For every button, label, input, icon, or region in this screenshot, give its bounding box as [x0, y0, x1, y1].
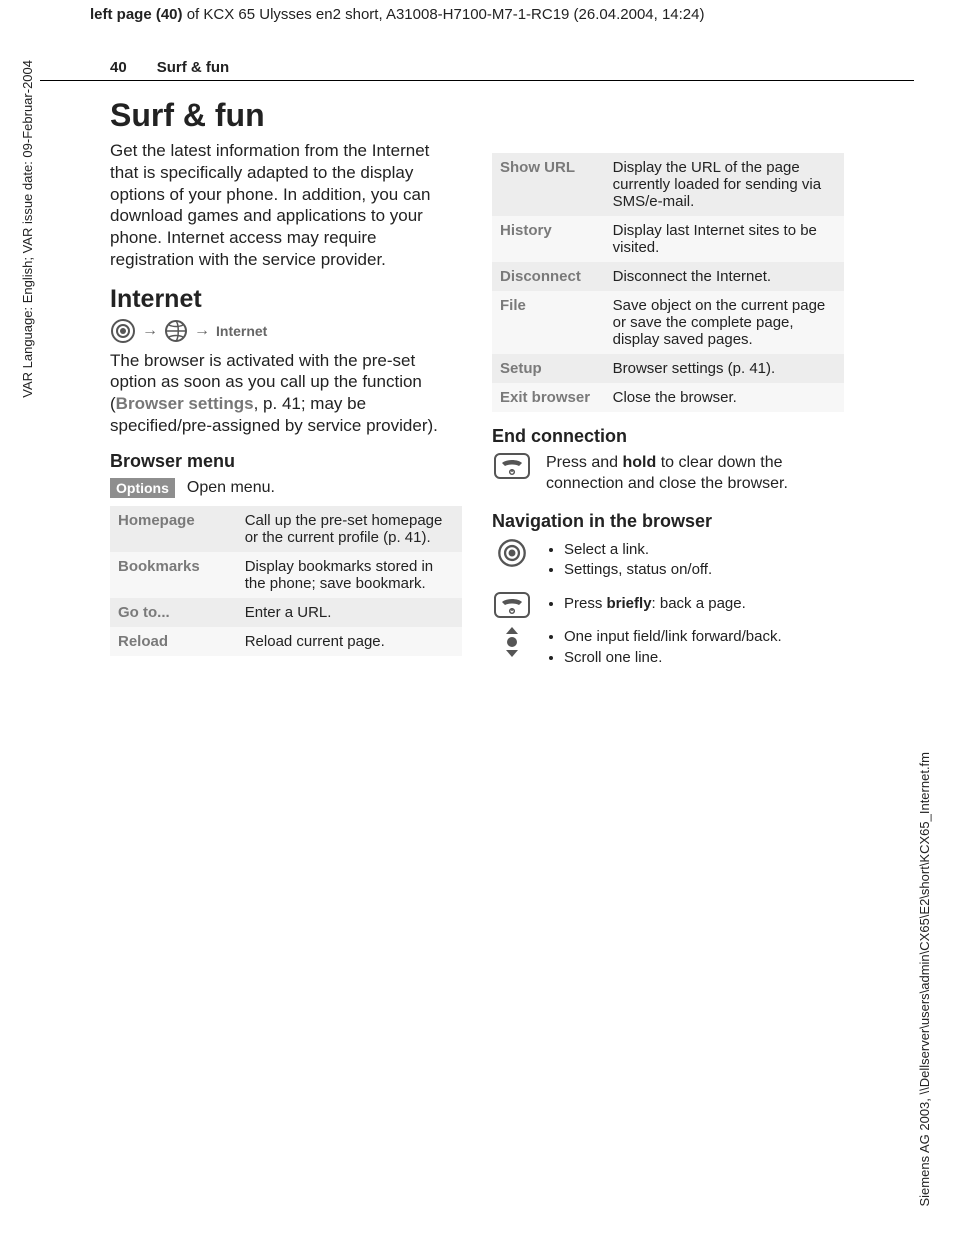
page-title: Surf & fun [110, 97, 462, 134]
up-down-nav-icon [492, 625, 532, 659]
nav-list-1: Select a link. Settings, status on/off. [546, 540, 844, 580]
list-item: Select a link. [564, 540, 844, 560]
table-row: ReloadReload current page. [110, 627, 462, 656]
nav-list-2: Press briefly: back a page. [546, 594, 844, 614]
options-row: Options Open menu. [110, 478, 462, 498]
end-connection-text: Press and hold to clear down the connect… [546, 453, 844, 495]
right-column: Show URLDisplay the URL of the page curr… [492, 153, 844, 673]
table-row: Exit browserClose the browser. [492, 383, 844, 412]
arrow-right-icon: → [142, 322, 158, 340]
left-column: Surf & fun Get the latest information fr… [110, 89, 462, 673]
nav-path-label: Internet [216, 323, 267, 339]
end-call-key-icon [492, 592, 532, 618]
running-header: 40 Surf & fun [40, 59, 914, 81]
side-note-right: Siemens AG 2003, \\Dellserver\users\admi… [917, 752, 932, 1207]
table-row: Go to...Enter a URL. [110, 598, 462, 627]
table-row: HistoryDisplay last Internet sites to be… [492, 216, 844, 262]
nav-list-3: One input field/link forward/back. Scrol… [546, 627, 844, 667]
table-row: Show URLDisplay the URL of the page curr… [492, 153, 844, 216]
browser-paragraph: The browser is activated with the pre-se… [110, 350, 462, 437]
options-button[interactable]: Options [110, 478, 175, 498]
table-row: HomepageCall up the pre-set homepage or … [110, 506, 462, 552]
navigation-heading: Navigation in the browser [492, 511, 844, 532]
intro-paragraph: Get the latest information from the Inte… [110, 140, 462, 271]
top-metadata: left page (40) of KCX 65 Ulysses en2 sho… [40, 0, 914, 29]
options-label: Open menu. [187, 479, 275, 497]
running-title: Surf & fun [157, 59, 230, 76]
top-meta-rest: of KCX 65 Ulysses en2 short, A31008-H710… [183, 6, 705, 23]
browser-menu-table-2: Show URLDisplay the URL of the page curr… [492, 153, 844, 412]
end-call-key-icon [492, 453, 532, 479]
list-item: One input field/link forward/back. [564, 627, 844, 647]
list-item: Scroll one line. [564, 648, 844, 668]
globe-icon [164, 319, 188, 343]
list-item: Press briefly: back a page. [564, 594, 844, 614]
joystick-icon [110, 318, 136, 344]
table-row: BookmarksDisplay bookmarks stored in the… [110, 552, 462, 598]
browser-menu-table: HomepageCall up the pre-set homepage or … [110, 506, 462, 656]
table-row: DisconnectDisconnect the Internet. [492, 262, 844, 291]
page-number: 40 [110, 59, 127, 76]
top-meta-bold: left page (40) [90, 6, 183, 23]
list-item: Settings, status on/off. [564, 560, 844, 580]
joystick-icon [492, 538, 532, 568]
internet-heading: Internet [110, 285, 462, 314]
browser-menu-heading: Browser menu [110, 451, 462, 472]
table-row: FileSave object on the current page or s… [492, 291, 844, 354]
arrow-right-icon: → [194, 322, 210, 340]
side-note-left: VAR Language: English; VAR issue date: 0… [20, 60, 35, 398]
nav-breadcrumb: → → Internet [110, 318, 462, 344]
end-connection-heading: End connection [492, 426, 844, 447]
table-row: SetupBrowser settings (p. 41). [492, 354, 844, 383]
browser-settings-link[interactable]: Browser settings [116, 394, 254, 413]
